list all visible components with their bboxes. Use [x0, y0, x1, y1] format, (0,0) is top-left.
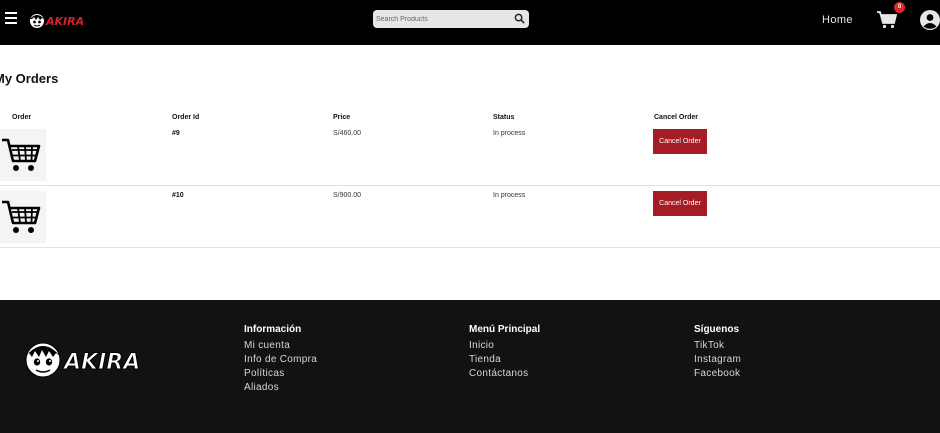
row-divider — [0, 185, 940, 186]
order-thumbnail — [0, 191, 46, 243]
column-header-order-id: Order Id — [172, 114, 200, 121]
column-header-order: Order — [12, 114, 32, 121]
footer-heading: Información — [244, 324, 302, 335]
user-account-icon[interactable] — [920, 10, 940, 30]
shopping-cart-icon — [2, 200, 41, 233]
column-header-cancel-order: Cancel Order — [654, 114, 698, 121]
shopping-cart-icon — [2, 138, 41, 171]
footer-link-mi-cuenta[interactable]: Mi cuenta — [244, 339, 317, 353]
order-id: #10 — [172, 192, 184, 199]
brand-wordmark: AKIRA — [45, 15, 84, 28]
footer-heading: Síguenos — [694, 324, 740, 335]
footer-link-tienda[interactable]: Tienda — [469, 353, 540, 367]
order-price: S/460.00 — [333, 130, 362, 137]
footer-column-siguenos: Síguenos TikTok Instagram Facebook — [694, 324, 741, 381]
row-divider — [0, 247, 940, 248]
footer-link-instagram[interactable]: Instagram — [694, 353, 741, 367]
search-icon[interactable] — [514, 13, 525, 24]
column-header-price: Price — [333, 114, 351, 121]
footer-link-inicio[interactable]: Inicio — [469, 339, 540, 353]
page-title: My Orders — [0, 71, 59, 86]
footer-link-contactanos[interactable]: Contáctanos — [469, 367, 540, 381]
order-thumbnail — [0, 129, 46, 181]
cart-count-badge: 0 — [894, 2, 905, 13]
footer-column-informacion: Información Mi cuenta Info de Compra Pol… — [244, 324, 317, 395]
akira-footer-logo[interactable]: AKIRA — [22, 340, 154, 380]
cart-icon[interactable] — [877, 11, 897, 29]
order-price: S/900.00 — [333, 192, 362, 199]
footer: AKIRA Información Mi cuenta Info de Comp… — [0, 300, 940, 433]
order-status: In process — [493, 130, 526, 137]
order-id: #9 — [172, 130, 180, 137]
footer-brand-wordmark: AKIRA — [62, 350, 140, 375]
footer-link-politicas[interactable]: Políticas — [244, 367, 317, 381]
search-input[interactable] — [376, 12, 508, 26]
footer-link-tiktok[interactable]: TikTok — [694, 339, 741, 353]
footer-column-menu-principal: Menú Principal Inicio Tienda Contáctanos — [469, 324, 540, 381]
akira-logo[interactable]: AKIRA — [28, 10, 92, 32]
footer-link-aliados[interactable]: Aliados — [244, 381, 317, 395]
order-status: In process — [493, 192, 526, 199]
cancel-order-button[interactable]: Cancel Order — [653, 191, 707, 216]
search-bar — [373, 10, 529, 28]
footer-link-info-de-compra[interactable]: Info de Compra — [244, 353, 317, 367]
top-navbar: AKIRA Home 0 — [0, 0, 940, 45]
hamburger-menu-icon[interactable] — [5, 12, 17, 24]
footer-link-facebook[interactable]: Facebook — [694, 367, 741, 381]
column-header-status: Status — [493, 114, 515, 121]
footer-heading: Menú Principal — [469, 324, 541, 335]
nav-home-link[interactable]: Home — [822, 14, 853, 26]
cancel-order-button[interactable]: Cancel Order — [653, 129, 707, 154]
